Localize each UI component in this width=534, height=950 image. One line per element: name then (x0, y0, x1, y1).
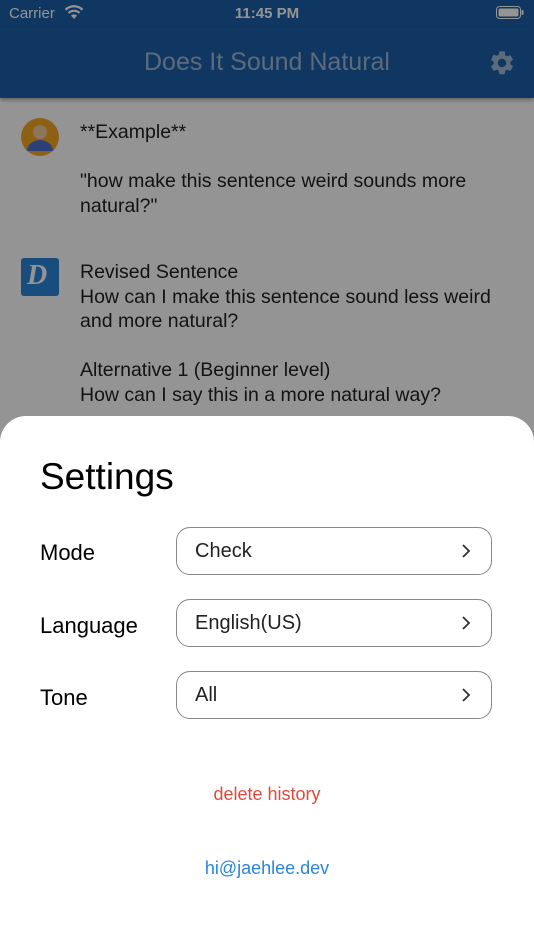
mode-selector[interactable]: Check (176, 527, 492, 575)
delete-history-button[interactable]: delete history (0, 784, 534, 805)
tone-selector[interactable]: All (176, 671, 492, 719)
chevron-right-icon (462, 616, 471, 630)
tone-label: Tone (40, 685, 88, 710)
mode-value: Check (195, 540, 252, 562)
tone-value: All (195, 684, 218, 706)
settings-title: Settings (40, 456, 174, 497)
language-value: English(US) (195, 612, 302, 634)
language-label: Language (40, 613, 138, 638)
settings-sheet: Settings Mode Check Language English(US)… (0, 416, 534, 950)
contact-email-link[interactable]: hi@jaehlee.dev (0, 858, 534, 879)
mode-label: Mode (40, 540, 96, 565)
chevron-right-icon (462, 544, 471, 558)
chevron-right-icon (462, 688, 471, 702)
language-selector[interactable]: English(US) (176, 599, 492, 647)
